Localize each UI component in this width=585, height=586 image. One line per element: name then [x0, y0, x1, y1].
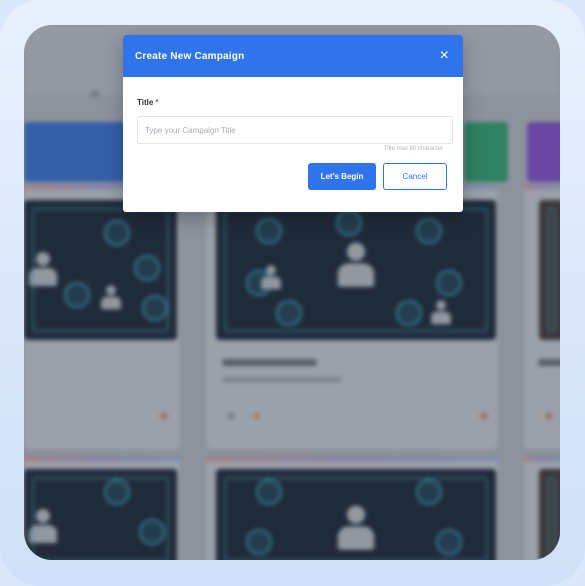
campaign-title-input[interactable]: [137, 116, 453, 144]
title-hint: Title max 80 character: [383, 146, 443, 152]
required-marker: *: [155, 98, 159, 107]
modal-header: Create New Campaign ×: [123, 35, 463, 77]
title-field-label: Title *: [137, 98, 159, 107]
close-icon[interactable]: ×: [440, 48, 451, 64]
device-frame: Create New Campaign × Title * Title max …: [0, 0, 585, 586]
modal-title: Create New Campaign: [135, 50, 245, 62]
create-campaign-modal: Create New Campaign × Title * Title max …: [123, 35, 463, 212]
cancel-button[interactable]: Cancel: [383, 163, 447, 190]
title-label-text: Title: [137, 98, 154, 107]
lets-begin-button[interactable]: Let's Begin: [308, 163, 376, 190]
app-screen: Create New Campaign × Title * Title max …: [24, 25, 560, 560]
